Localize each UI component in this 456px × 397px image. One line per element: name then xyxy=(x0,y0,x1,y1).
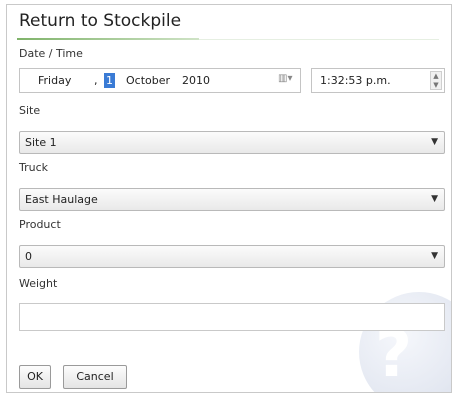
truck-label: Truck xyxy=(19,161,49,174)
site-label: Site xyxy=(19,104,41,117)
site-select[interactable]: Site 1 ▼ xyxy=(19,131,445,154)
calendar-dropdown-icon[interactable]: ▥▾ xyxy=(278,73,296,88)
chevron-down-icon[interactable]: ▼ xyxy=(431,194,438,204)
product-label: Product xyxy=(19,218,61,231)
month-segment[interactable]: October xyxy=(126,74,170,87)
time-picker[interactable]: 1:32:53 p.m. ▲ ▼ xyxy=(311,68,445,93)
product-select[interactable]: 0 ▼ xyxy=(19,245,445,268)
product-value: 0 xyxy=(25,250,32,263)
time-value[interactable]: 1:32:53 p.m. xyxy=(320,74,391,87)
year-segment[interactable]: 2010 xyxy=(182,74,210,87)
dialog-title: Return to Stockpile xyxy=(19,11,182,31)
title-underline xyxy=(17,38,199,40)
chevron-down-icon[interactable]: ▼ xyxy=(431,251,438,261)
weight-input[interactable] xyxy=(19,303,445,331)
date-picker[interactable]: Friday , 1 October 2010 ▥▾ xyxy=(19,68,301,93)
chevron-down-icon[interactable]: ▼ xyxy=(431,137,438,147)
truck-value: East Haulage xyxy=(25,193,98,206)
ok-button[interactable]: OK xyxy=(19,365,51,389)
day-segment[interactable]: 1 xyxy=(104,73,115,88)
site-value: Site 1 xyxy=(25,136,57,149)
title-underline-faint xyxy=(199,39,439,40)
cancel-button[interactable]: Cancel xyxy=(63,365,127,389)
date-comma: , xyxy=(94,74,98,87)
truck-select[interactable]: East Haulage ▼ xyxy=(19,188,445,211)
weekday-segment[interactable]: Friday xyxy=(38,74,71,87)
weight-label: Weight xyxy=(19,277,58,290)
date-time-label: Date / Time xyxy=(19,47,83,60)
time-spinner-icon[interactable]: ▲ ▼ xyxy=(430,71,442,90)
return-to-stockpile-dialog: Return to Stockpile Date / Time Friday ,… xyxy=(6,4,452,393)
